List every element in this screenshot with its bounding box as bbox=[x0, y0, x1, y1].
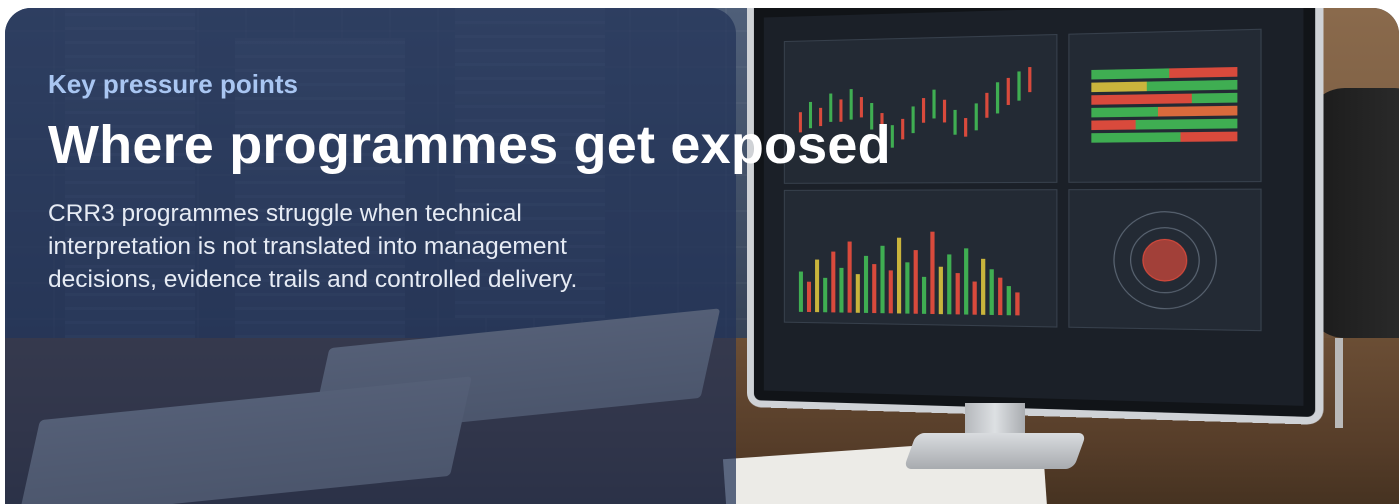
radar-chart-panel bbox=[1068, 189, 1261, 332]
bar-chart-panel bbox=[784, 189, 1058, 327]
monitor bbox=[747, 8, 1323, 425]
hero-banner: Key pressure points Where programmes get… bbox=[5, 8, 1399, 504]
monitor-screen bbox=[764, 8, 1304, 406]
hero-description: CRR3 programmes struggle when technical … bbox=[48, 197, 648, 296]
hero-title: Where programmes get exposed bbox=[48, 114, 891, 176]
monitor-foot bbox=[903, 433, 1086, 469]
eyebrow-label: Key pressure points bbox=[48, 69, 298, 100]
text-overlay-card: Key pressure points Where programmes get… bbox=[5, 8, 736, 504]
heatmap-panel bbox=[1068, 29, 1261, 183]
office-chair-leg bbox=[1335, 338, 1343, 428]
